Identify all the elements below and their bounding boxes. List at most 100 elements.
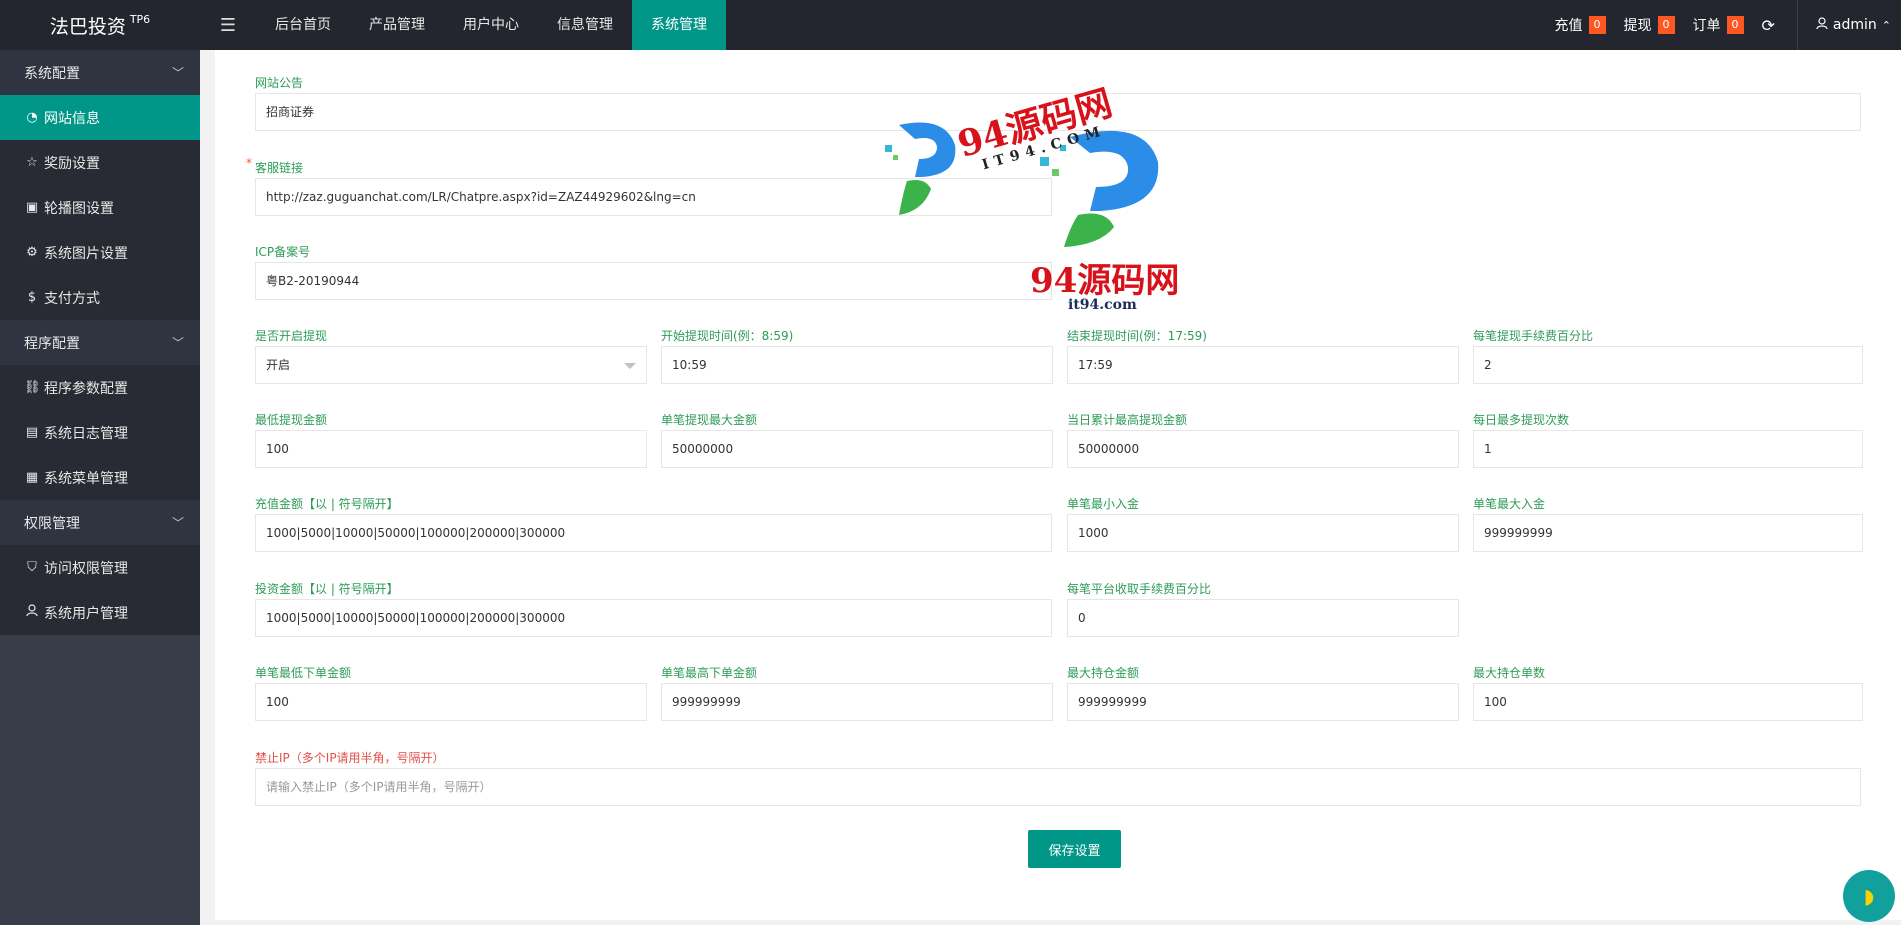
daily-max-input[interactable]: 50000000	[1067, 430, 1459, 468]
sidebar-group-program-config[interactable]: 程序配置 ﹀	[0, 320, 200, 365]
ban-ip-label: 禁止IP（多个IP请用半角，号隔开）	[255, 751, 445, 765]
withdraw-enabled-select[interactable]: 开启	[255, 346, 647, 384]
sidebar-item-system-images[interactable]: ⚙ 系统图片设置	[0, 230, 200, 275]
icp-label: ICP备案号	[255, 245, 311, 259]
service-link-label: 客服链接	[246, 156, 303, 176]
nav-info[interactable]: 信息管理	[538, 0, 632, 50]
refresh-icon[interactable]: ⟳	[1762, 16, 1775, 35]
sidebar-item-program-params[interactable]: ⛓ 程序参数配置	[0, 365, 200, 410]
order-badge: 0	[1726, 16, 1744, 34]
top-header: 法巴投资 TP6 ☰ 后台首页 产品管理 用户中心 信息管理 系统管理 充值 0 …	[0, 0, 1901, 50]
daily-max-label: 当日累计最高提现金额	[1067, 413, 1188, 427]
sidebar-item-payment[interactable]: $ 支付方式	[0, 275, 200, 320]
header-right: 充值 0 提现 0 订单 0 ⟳ admin ⌃	[1555, 0, 1901, 50]
max-withdraw-input[interactable]: 50000000	[661, 430, 1053, 468]
recharge-label: 充值	[1554, 18, 1583, 34]
max-hold-count-input[interactable]: 100	[1473, 683, 1863, 721]
icp-input[interactable]: 粤B2-20190944	[255, 262, 1052, 300]
recharge-amount-input[interactable]: 1000|5000|10000|50000|100000|200000|3000…	[255, 514, 1052, 552]
sidebar-item-system-logs[interactable]: ▤ 系统日志管理	[0, 410, 200, 455]
sidebar-item-label: 支付方式	[44, 290, 100, 307]
username: admin	[1832, 17, 1877, 33]
sidebar-item-carousel[interactable]: ▣ 轮播图设置	[0, 185, 200, 230]
invest-amount-input[interactable]: 1000|5000|10000|50000|100000|200000|3000…	[255, 599, 1052, 637]
recharge-badge: 0	[1588, 16, 1606, 34]
max-order-input[interactable]: 999999999	[661, 683, 1053, 721]
withdraw-start-input[interactable]: 10:59	[661, 346, 1053, 384]
ban-ip-input[interactable]: 请输入禁止IP（多个IP请用半角，号隔开）	[255, 768, 1861, 806]
user-menu[interactable]: admin ⌃	[1816, 16, 1891, 34]
table-icon: ▦	[25, 470, 39, 485]
save-settings-button[interactable]: 保存设置	[1028, 830, 1121, 868]
user-icon	[1816, 16, 1828, 34]
main-content: 网站公告 招商证券 客服链接 http://zaz.guguanchat.com…	[200, 50, 1901, 925]
sidebar-item-label: 轮播图设置	[44, 200, 114, 217]
max-withdraw-label: 单笔提现最大金额	[661, 413, 758, 427]
logo[interactable]: 法巴投资 TP6	[0, 0, 200, 50]
sidebar-item-label: 程序参数配置	[44, 380, 128, 397]
sidebar-item-label: 系统用户管理	[44, 605, 128, 622]
caret-down-icon	[624, 363, 636, 369]
invest-amount-label: 投资金额【以 | 符号隔开】	[255, 582, 399, 596]
sidebar-item-label: 系统日志管理	[44, 425, 128, 442]
withdraw-start-label: 开始提现时间(例：8:59)	[661, 329, 794, 343]
header-divider	[1796, 0, 1798, 50]
floating-assistant-icon[interactable]: ◗	[1843, 870, 1895, 922]
notice-input[interactable]: 招商证券	[255, 93, 1861, 131]
settings-form: 网站公告 招商证券 客服链接 http://zaz.guguanchat.com…	[215, 50, 1901, 920]
order-link[interactable]: 订单 0	[1693, 15, 1744, 35]
sidebar-group-label: 程序配置	[24, 335, 80, 352]
withdraw-enabled-value: 开启	[266, 358, 291, 372]
withdraw-fee-label: 每笔提现手续费百分比	[1473, 329, 1594, 343]
sidebar-group-label: 系统配置	[24, 65, 80, 82]
nav-products[interactable]: 产品管理	[350, 0, 444, 50]
max-hold-amount-input[interactable]: 999999999	[1067, 683, 1459, 721]
min-withdraw-label: 最低提现金额	[255, 413, 328, 427]
withdraw-enabled-label: 是否开启提现	[255, 329, 328, 343]
service-link-input[interactable]: http://zaz.guguanchat.com/LR/Chatpre.asp…	[255, 178, 1052, 216]
logo-text: 法巴投资	[49, 15, 126, 38]
recharge-link[interactable]: 充值 0	[1555, 15, 1606, 35]
withdraw-link[interactable]: 提现 0	[1624, 15, 1675, 35]
withdraw-end-input[interactable]: 17:59	[1067, 346, 1459, 384]
min-order-label: 单笔最低下单金额	[255, 666, 352, 680]
sidebar-item-label: 访问权限管理	[44, 560, 128, 577]
sidebar-group-permissions[interactable]: 权限管理 ﹀	[0, 500, 200, 545]
min-order-input[interactable]: 100	[255, 683, 647, 721]
menu-toggle-icon[interactable]: ☰	[200, 0, 256, 50]
sidebar-group-system-config[interactable]: 系统配置 ﹀	[0, 50, 200, 95]
sidebar-item-site-info[interactable]: ◔ 网站信息	[0, 95, 200, 140]
chevron-up-icon: ⌃	[1881, 18, 1891, 32]
daily-times-input[interactable]: 1	[1473, 430, 1863, 468]
withdraw-end-label: 结束提现时间(例：17:59)	[1067, 329, 1207, 343]
platform-fee-input[interactable]: 0	[1067, 599, 1459, 637]
platform-fee-label: 每笔平台收取手续费百分比	[1067, 582, 1212, 596]
nav-users[interactable]: 用户中心	[444, 0, 538, 50]
min-deposit-label: 单笔最小入金	[1067, 497, 1140, 511]
sidebar-group-label: 权限管理	[24, 515, 80, 532]
sidebar-item-label: 网站信息	[44, 110, 100, 127]
withdraw-label: 提现	[1623, 18, 1652, 34]
max-hold-amount-label: 最大持仓金额	[1067, 666, 1140, 680]
sidebar-item-access-permissions[interactable]: ⛉ 访问权限管理	[0, 545, 200, 590]
recharge-amount-label: 充值金额【以 | 符号隔开】	[255, 497, 399, 511]
nav-system[interactable]: 系统管理	[632, 0, 726, 50]
max-hold-count-label: 最大持仓单数	[1473, 666, 1546, 680]
sidebar-item-label: 奖励设置	[44, 155, 100, 172]
max-deposit-input[interactable]: 999999999	[1473, 514, 1863, 552]
sidebar-item-system-menus[interactable]: ▦ 系统菜单管理	[0, 455, 200, 500]
order-label: 订单	[1692, 18, 1721, 34]
nav-home[interactable]: 后台首页	[256, 0, 350, 50]
link-icon: ⛓	[24, 380, 41, 395]
min-deposit-input[interactable]: 1000	[1067, 514, 1459, 552]
min-withdraw-input[interactable]: 100	[255, 430, 647, 468]
sidebar-item-system-users[interactable]: 系统用户管理	[0, 590, 200, 635]
max-order-label: 单笔最高下单金额	[661, 666, 758, 680]
dollar-icon: $	[27, 290, 37, 305]
chevron-down-icon: ﹀	[171, 66, 184, 80]
top-nav: 后台首页 产品管理 用户中心 信息管理 系统管理	[256, 0, 726, 50]
logo-sup: TP6	[129, 12, 151, 26]
max-deposit-label: 单笔最大入金	[1473, 497, 1546, 511]
withdraw-fee-input[interactable]: 2	[1473, 346, 1863, 384]
sidebar-item-reward[interactable]: ☆ 奖励设置	[0, 140, 200, 185]
